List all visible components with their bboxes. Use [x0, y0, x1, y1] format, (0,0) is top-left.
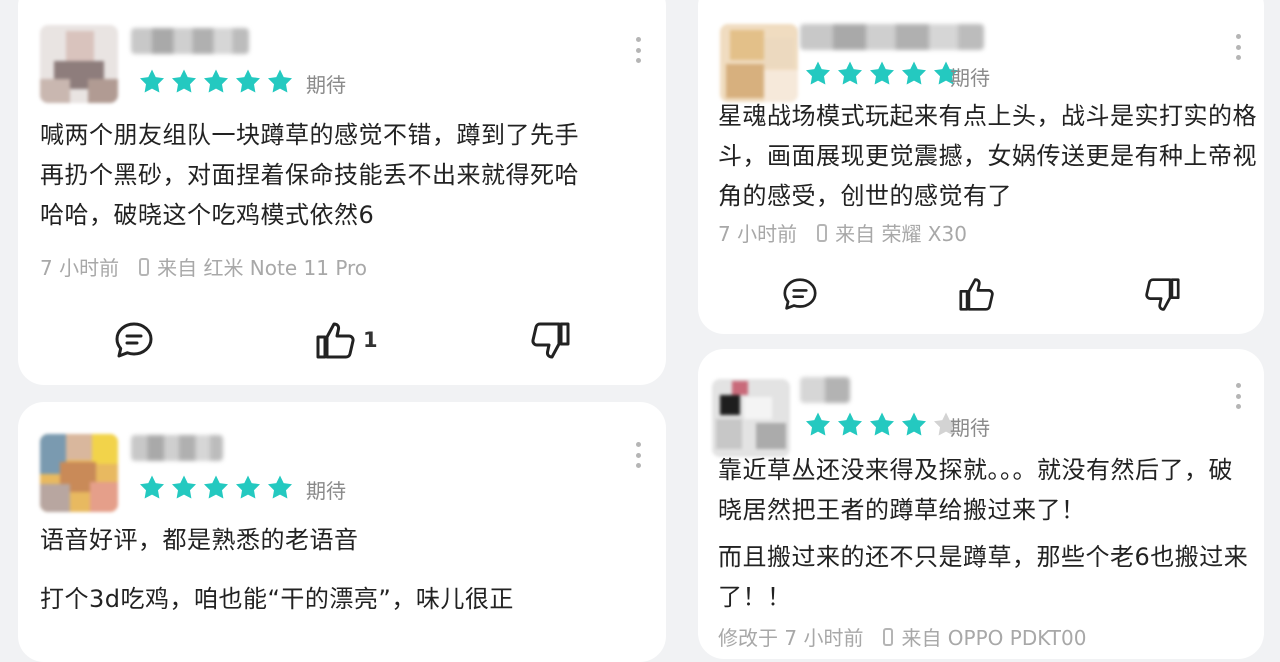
avatar[interactable] [40, 434, 118, 512]
username[interactable] [800, 24, 984, 50]
star-icon [170, 68, 198, 94]
comment-icon [115, 322, 153, 358]
thumbs-down-icon [1145, 278, 1180, 311]
avatar[interactable] [712, 379, 790, 457]
star-icon [202, 68, 230, 94]
star-icon [900, 411, 928, 437]
rating-tag: 期待 [306, 479, 346, 503]
review-card: 期待 星魂战场模式玩起来有点上头，战斗是实打实的格 斗，画面展现更觉震撼，女娲传… [698, 0, 1264, 334]
rating-stars [804, 60, 964, 86]
phone-icon [817, 223, 828, 242]
star-icon [836, 411, 864, 437]
review-device: 来自 荣耀 X30 [835, 222, 967, 246]
rating-tag: 期待 [950, 66, 990, 90]
more-icon[interactable] [632, 37, 644, 63]
thumbs-up-icon [959, 278, 994, 311]
rating-stars [804, 411, 964, 437]
username[interactable] [131, 28, 249, 54]
review-line: 晓居然把王者的蹲草给搬过来了！ [718, 496, 1086, 524]
star-icon [138, 68, 166, 94]
more-icon[interactable] [1232, 34, 1244, 60]
review-device: 来自 红米 Note 11 Pro [157, 256, 368, 280]
review-text: 而且搬过来的还不只是蹲草，那些个老6也搬过来 了！！ [718, 537, 1248, 617]
star-icon [266, 474, 294, 500]
star-icon [202, 474, 230, 500]
star-icon [234, 474, 262, 500]
thumbs-up-icon [316, 322, 355, 359]
like-button[interactable] [958, 276, 996, 312]
avatar[interactable] [40, 25, 118, 103]
star-icon [804, 60, 832, 86]
like-button[interactable]: 1 [315, 320, 378, 360]
rating-stars [138, 474, 298, 500]
star-icon [266, 68, 294, 94]
dislike-button[interactable] [529, 321, 571, 361]
more-icon[interactable] [632, 442, 644, 468]
more-icon[interactable] [1232, 383, 1244, 409]
review-text: 打个3d吃鸡，咱也能“干的漂亮”，味儿很正 [40, 585, 514, 613]
comment-icon [783, 278, 817, 310]
comment-button[interactable] [782, 277, 818, 311]
comment-button[interactable] [114, 321, 154, 359]
review-text: 喊两个朋友组队一块蹲草的感觉不错，蹲到了先手 再扔个黑砂，对面捏着保命技能丢不出… [40, 115, 579, 235]
star-icon [868, 60, 896, 86]
dislike-button[interactable] [1143, 277, 1181, 313]
thumbs-down-icon [531, 322, 570, 359]
review-line: 角的感受，创世的感觉有了 [718, 182, 1012, 210]
review-line: 了！！ [718, 583, 792, 611]
star-icon [170, 474, 198, 500]
star-icon [234, 68, 262, 94]
review-line: 哈哈，破晓这个吃鸡模式依然6 [40, 201, 375, 229]
star-icon [804, 411, 832, 437]
rating-tag: 期待 [306, 73, 346, 97]
review-line: 星魂战场模式玩起来有点上头，战斗是实打实的格 [718, 102, 1257, 130]
review-card: 期待 靠近草丛还没来得及探就。。。就没有然后了，破 晓居然把王者的蹲草给搬过来了… [698, 349, 1264, 659]
review-line: 喊两个朋友组队一块蹲草的感觉不错，蹲到了先手 [40, 121, 579, 149]
review-meta: 7 小时前 来自 红米 Note 11 Pro [40, 252, 367, 281]
rating-tag: 期待 [950, 416, 990, 440]
rating-stars [138, 68, 298, 94]
review-line: 再扔个黑砂，对面捏着保命技能丢不出来就得死哈 [40, 161, 579, 189]
review-card: 期待 语音好评，都是熟悉的老语音 打个3d吃鸡，咱也能“干的漂亮”，味儿很正 [18, 402, 666, 662]
username[interactable] [131, 435, 223, 461]
phone-icon [139, 257, 150, 276]
like-count: 1 [363, 328, 378, 352]
star-icon [868, 411, 896, 437]
review-line: 靠近草丛还没来得及探就。。。就没有然后了，破 [718, 456, 1233, 484]
avatar[interactable] [720, 24, 798, 102]
review-meta: 7 小时前 来自 荣耀 X30 [718, 218, 967, 247]
review-text: 靠近草丛还没来得及探就。。。就没有然后了，破 晓居然把王者的蹲草给搬过来了！ [718, 450, 1233, 530]
star-icon [138, 474, 166, 500]
star-icon [900, 60, 928, 86]
review-text: 语音好评，都是熟悉的老语音 [40, 526, 359, 554]
review-time: 7 小时前 [718, 222, 798, 246]
review-line: 而且搬过来的还不只是蹲草，那些个老6也搬过来 [718, 543, 1249, 571]
review-line: 斗，画面展现更觉震撼，女娲传送更是有种上帝视 [718, 142, 1257, 170]
star-icon [836, 60, 864, 86]
review-card: 期待 喊两个朋友组队一块蹲草的感觉不错，蹲到了先手 再扔个黑砂，对面捏着保命技能… [18, 0, 666, 385]
review-time: 7 小时前 [40, 256, 120, 280]
review-text: 星魂战场模式玩起来有点上头，战斗是实打实的格 斗，画面展现更觉震撼，女娲传送更是… [718, 96, 1257, 216]
username[interactable] [800, 377, 850, 403]
